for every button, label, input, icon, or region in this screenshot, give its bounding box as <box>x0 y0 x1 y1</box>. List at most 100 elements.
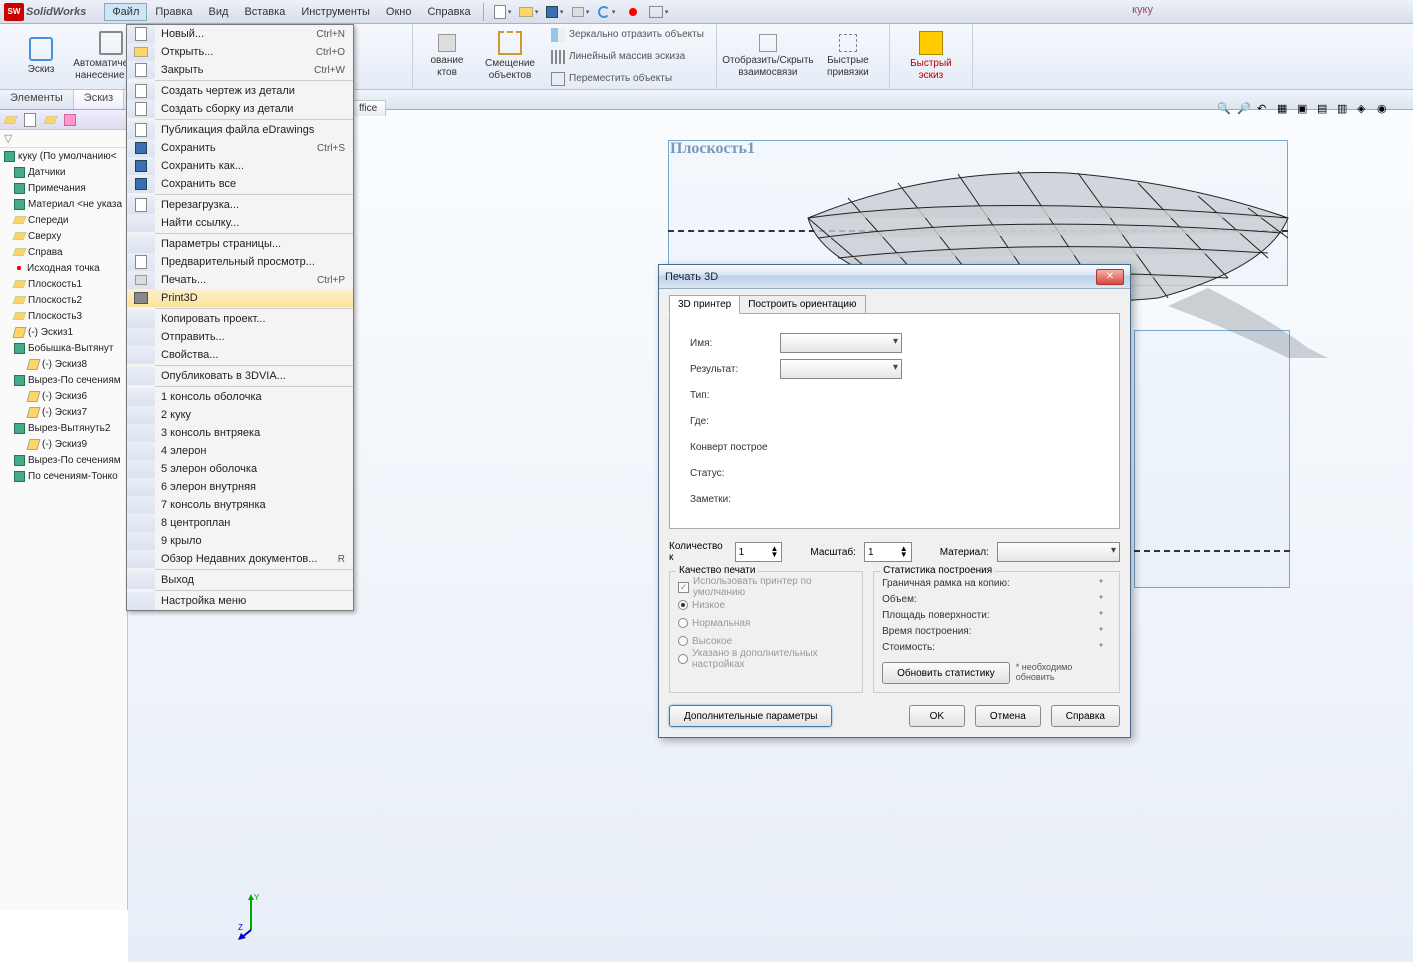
vt-orient[interactable]: ▣ <box>1297 102 1315 120</box>
qat-new[interactable]: ▾ <box>492 2 514 22</box>
menu-help[interactable]: Справка <box>419 3 478 21</box>
tree-node[interactable]: Материал <не указа <box>0 196 127 212</box>
vt-scene[interactable]: ◉ <box>1377 102 1395 120</box>
menu-window[interactable]: Окно <box>378 3 420 21</box>
file-menu-item[interactable]: Сохранить все <box>127 175 353 193</box>
file-menu-item[interactable]: 6 элерон внутрняя <box>127 478 353 496</box>
tree-node[interactable]: (-) Эскиз7 <box>0 404 127 420</box>
file-menu-item[interactable]: 2 куку <box>127 406 353 424</box>
vt-zoom-area[interactable]: 🔎 <box>1237 102 1255 120</box>
tree-node[interactable]: Датчики <box>0 164 127 180</box>
vt-prev[interactable]: ↶ <box>1257 102 1275 120</box>
vt-display[interactable]: ▤ <box>1317 102 1335 120</box>
vt-hide[interactable]: ▥ <box>1337 102 1355 120</box>
input-qty[interactable]: 1▲▼ <box>735 542 783 562</box>
tree-node[interactable]: Вырез-По сечениям <box>0 452 127 468</box>
ribbon-offset[interactable]: Смещение объектов <box>475 27 545 87</box>
tree-node[interactable]: Примечания <box>0 180 127 196</box>
tree-node[interactable]: По сечениям-Тонко <box>0 468 127 484</box>
file-menu-item[interactable]: Сохранить как... <box>127 157 353 175</box>
tree-node[interactable]: (-) Эскиз9 <box>0 436 127 452</box>
btn-help[interactable]: Справка <box>1051 705 1120 727</box>
ribbon-move[interactable]: Переместить объекты <box>547 69 708 89</box>
select-material[interactable] <box>997 542 1120 562</box>
qat-rebuild[interactable] <box>622 2 644 22</box>
qat-options[interactable]: ▾ <box>648 2 670 22</box>
file-menu-item[interactable]: 3 консоль внтряека <box>127 424 353 442</box>
tree-node[interactable]: Плоскость2 <box>0 292 127 308</box>
btn-ok[interactable]: OK <box>909 705 965 727</box>
qat-open[interactable]: ▾ <box>518 2 540 22</box>
file-menu-item[interactable]: 1 консоль оболочка <box>127 388 353 406</box>
file-menu-item[interactable]: Открыть...Ctrl+O <box>127 43 353 61</box>
file-menu-item[interactable]: Предварительный просмотр... <box>127 253 353 271</box>
tree-btn4[interactable] <box>60 111 80 129</box>
tree-btn2[interactable] <box>20 111 40 129</box>
input-scale[interactable]: 1▲▼ <box>864 542 912 562</box>
file-menu-item[interactable]: ЗакрытьCtrl+W <box>127 61 353 79</box>
radio-normal[interactable] <box>678 618 688 628</box>
file-menu-item[interactable]: Копировать проект... <box>127 310 353 328</box>
tree-node[interactable]: Плоскость1 <box>0 276 127 292</box>
file-menu-item[interactable]: Параметры страницы... <box>127 235 353 253</box>
menu-insert[interactable]: Вставка <box>236 3 293 21</box>
chk-use-default[interactable] <box>678 582 689 593</box>
qat-undo[interactable]: ▾ <box>596 2 618 22</box>
tree-node[interactable]: Сверху <box>0 228 127 244</box>
ribbon-trim[interactable]: ование ктов <box>419 27 475 87</box>
menu-edit[interactable]: Правка <box>147 3 200 21</box>
tree-btn3[interactable] <box>40 111 60 129</box>
radio-low[interactable] <box>678 600 688 610</box>
file-menu-item[interactable]: СохранитьCtrl+S <box>127 139 353 157</box>
file-menu-item[interactable]: Отправить... <box>127 328 353 346</box>
tree-node[interactable]: Справа <box>0 244 127 260</box>
btn-advanced[interactable]: Дополнительные параметры <box>669 705 832 727</box>
menu-file[interactable]: Файл <box>104 3 147 21</box>
file-menu-item[interactable]: 9 крыло <box>127 532 353 550</box>
tab-sketch[interactable]: Эскиз <box>74 90 124 109</box>
vt-section[interactable]: ▦ <box>1277 102 1295 120</box>
tab-3d-printer[interactable]: 3D принтер <box>669 295 740 314</box>
btn-update-stats[interactable]: Обновить статистику <box>882 662 1010 684</box>
tree-node[interactable]: Бобышка-Вытянут <box>0 340 127 356</box>
file-menu-item[interactable]: Создать сборку из детали <box>127 100 353 118</box>
file-menu-item[interactable]: Новый...Ctrl+N <box>127 25 353 43</box>
ribbon-sketch[interactable]: Эскиз <box>6 27 76 87</box>
select-result[interactable] <box>780 359 902 379</box>
ribbon-show-hide[interactable]: Отобразить/Скрыть взаимосвязи <box>723 27 813 87</box>
tab-orientation[interactable]: Построить ориентацию <box>739 295 865 314</box>
file-menu-item[interactable]: 4 элерон <box>127 442 353 460</box>
file-menu-item[interactable]: Перезагрузка... <box>127 196 353 214</box>
vt-appear[interactable]: ◈ <box>1357 102 1375 120</box>
file-menu-item[interactable]: Print3D <box>127 289 353 307</box>
file-menu-item[interactable]: 7 консоль внутрянка <box>127 496 353 514</box>
tree-node[interactable]: (-) Эскиз1 <box>0 324 127 340</box>
menu-view[interactable]: Вид <box>201 3 237 21</box>
file-menu-item[interactable]: Выход <box>127 571 353 589</box>
tree-btn1[interactable] <box>0 111 20 129</box>
ribbon-quick-snap[interactable]: Быстрые привязки <box>813 27 883 87</box>
tab-elements[interactable]: Элементы <box>0 90 74 109</box>
file-menu-item[interactable]: Найти ссылку... <box>127 214 353 232</box>
file-menu-item[interactable]: Публикация файла eDrawings <box>127 121 353 139</box>
file-menu-item[interactable]: Печать...Ctrl+P <box>127 271 353 289</box>
tree-filter[interactable]: ▽ <box>0 130 127 148</box>
tree-node[interactable]: Исходная точка <box>0 260 127 276</box>
file-menu-item[interactable]: Обзор Недавних документов...R <box>127 550 353 568</box>
ribbon-quick-sketch[interactable]: Быстрый эскиз <box>896 27 966 87</box>
tree-node[interactable]: Плоскость3 <box>0 308 127 324</box>
dialog-titlebar[interactable]: Печать 3D ✕ <box>659 265 1130 289</box>
ribbon-mirror[interactable]: Зеркально отразить объекты <box>547 25 708 45</box>
file-menu-item[interactable]: 8 центроплан <box>127 514 353 532</box>
vt-zoom-fit[interactable]: 🔍 <box>1217 102 1235 120</box>
qat-save[interactable]: ▾ <box>544 2 566 22</box>
radio-custom[interactable] <box>678 654 688 664</box>
tree-node[interactable]: Вырез-По сечениям <box>0 372 127 388</box>
dialog-close-button[interactable]: ✕ <box>1096 269 1124 285</box>
radio-high[interactable] <box>678 636 688 646</box>
file-menu-item[interactable]: Настройка меню <box>127 592 353 610</box>
btn-cancel[interactable]: Отмена <box>975 705 1041 727</box>
tree-node[interactable]: (-) Эскиз8 <box>0 356 127 372</box>
file-menu-item[interactable]: 5 элерон оболочка <box>127 460 353 478</box>
tree-node[interactable]: Вырез-Вытянуть2 <box>0 420 127 436</box>
